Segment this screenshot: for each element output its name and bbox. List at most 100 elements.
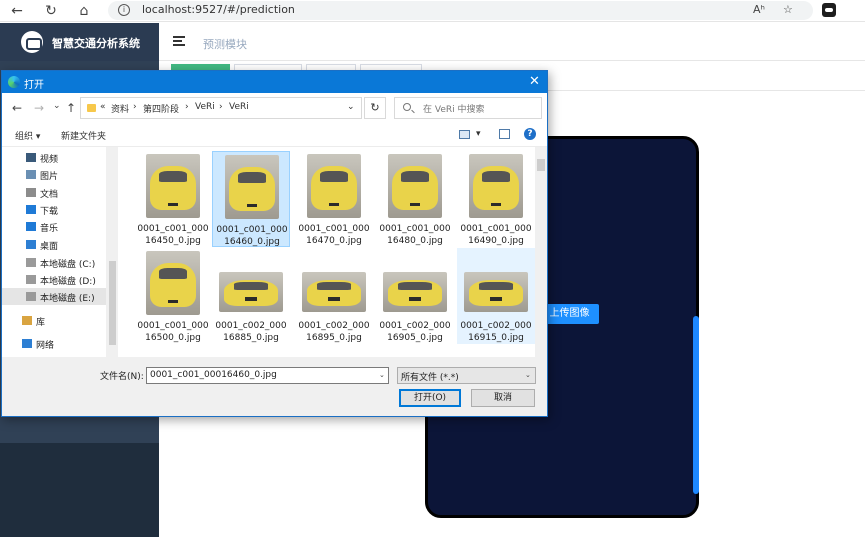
- file-item[interactable]: 0001_c001_000 16470_0.jpg: [295, 151, 373, 247]
- path-bar[interactable]: « 资料 › 第四阶段 › VeRi › VeRi ⌄: [80, 97, 362, 119]
- path-segment[interactable]: 第四阶段: [143, 102, 179, 115]
- open-button[interactable]: 打开(O): [399, 389, 461, 407]
- nav-item[interactable]: 视频: [2, 149, 106, 166]
- pictures-icon: [26, 170, 36, 179]
- dialog-title: 打开: [24, 80, 44, 91]
- chevron-down-icon[interactable]: ⌄: [525, 371, 531, 379]
- chevron-down-icon[interactable]: ⌄: [379, 371, 385, 379]
- nav-item-label: 库: [36, 318, 46, 328]
- sidebar-menu-area: [0, 443, 159, 537]
- path-segment[interactable]: VeRi: [229, 102, 249, 112]
- file-name: 0001_c001_000 16450_0.jpg: [134, 223, 212, 247]
- path-segment[interactable]: VeRi: [195, 102, 215, 112]
- new-folder-button[interactable]: 新建文件夹: [61, 129, 106, 142]
- refresh-icon[interactable]: ↻: [364, 97, 386, 119]
- nav-item[interactable]: 本地磁盘 (D:): [2, 271, 106, 288]
- favorite-icon[interactable]: ☆: [783, 3, 793, 16]
- path-overflow[interactable]: «: [100, 102, 106, 112]
- path-segment[interactable]: 资料: [111, 102, 129, 115]
- file-name-line: 16460_0.jpg: [224, 237, 280, 247]
- phone-side-accent: [693, 316, 699, 494]
- car-thumbnail: [464, 272, 528, 312]
- file-name-line: 16895_0.jpg: [306, 333, 362, 343]
- file-scrollbar[interactable]: [535, 147, 547, 357]
- url-text[interactable]: localhost:9527/#/prediction: [142, 3, 295, 16]
- navigation-pane: 视频 图片 文档 下载音乐桌面 本地磁盘 (C:) 本地磁盘 (D:) 本地磁盘 (E:) 库…: [2, 147, 106, 357]
- drive-icon: [26, 292, 36, 301]
- back-icon[interactable]: ←: [12, 101, 22, 115]
- address-bar[interactable]: i localhost:9527/#/prediction Aʰ ☆: [108, 1, 813, 20]
- car-thumbnail: [383, 272, 447, 312]
- nav-item[interactable]: 文档: [2, 184, 106, 201]
- nav-item-label: 网络: [36, 341, 55, 351]
- search-input[interactable]: 在 VeRi 中搜索: [394, 97, 542, 119]
- file-name-line: 16905_0.jpg: [387, 333, 443, 343]
- nav-item[interactable]: 下载: [2, 201, 106, 218]
- download-icon: [26, 205, 36, 214]
- path-separator-icon[interactable]: ›: [133, 102, 137, 112]
- file-type-select[interactable]: 所有文件 (*.*): [397, 367, 536, 384]
- file-name-line: 16915_0.jpg: [468, 333, 524, 343]
- organize-menu[interactable]: 组织 ▾: [15, 129, 40, 142]
- upload-image-button[interactable]: 上传图像: [540, 304, 599, 324]
- view-mode-icon[interactable]: [459, 130, 470, 139]
- dialog-toolbar: 组织 ▾ 新建文件夹 ▾ ?: [2, 123, 547, 147]
- nav-item[interactable]: 网络: [2, 335, 106, 352]
- read-aloud-icon[interactable]: Aʰ: [753, 3, 765, 16]
- chevron-down-icon[interactable]: ⌄: [347, 102, 355, 112]
- nav-item[interactable]: 图片: [2, 166, 106, 183]
- nav-scroll-thumb[interactable]: [109, 261, 116, 345]
- nav-item[interactable]: 库: [2, 312, 106, 329]
- file-name-line: 16450_0.jpg: [145, 236, 201, 246]
- app-header: 预测模块: [159, 23, 865, 61]
- cancel-button[interactable]: 取消: [471, 389, 535, 407]
- file-item[interactable]: 0001_c001_000 16500_0.jpg: [134, 248, 212, 344]
- preview-pane-icon[interactable]: [499, 129, 510, 139]
- file-item[interactable]: 0001_c001_000 16490_0.jpg: [457, 151, 535, 247]
- info-icon[interactable]: i: [118, 4, 130, 16]
- path-separator-icon[interactable]: ›: [185, 102, 189, 112]
- drive-icon: [26, 258, 36, 267]
- file-item[interactable]: 0001_c002_000 16895_0.jpg: [295, 248, 373, 344]
- close-icon[interactable]: ✕: [529, 74, 540, 89]
- up-icon[interactable]: ↑: [66, 101, 76, 115]
- file-item[interactable]: 0001_c001_000 16480_0.jpg: [376, 151, 454, 247]
- file-name-line: 0001_c002_000: [298, 321, 370, 331]
- refresh-icon[interactable]: ↻: [43, 3, 59, 19]
- file-item[interactable]: 0001_c002_000 16885_0.jpg: [212, 248, 290, 344]
- desktop-icon: [26, 240, 36, 249]
- folder-icon: [87, 104, 96, 112]
- back-icon[interactable]: ←: [9, 3, 25, 19]
- nav-item-label: 本地磁盘 (E:): [40, 294, 95, 304]
- browser-toolbar: ← ↻ ⌂ i localhost:9527/#/prediction Aʰ ☆: [0, 0, 865, 22]
- help-icon[interactable]: ?: [524, 128, 536, 140]
- home-icon[interactable]: ⌂: [76, 3, 92, 19]
- filename-field[interactable]: 0001_c001_00016460_0.jpg: [146, 367, 389, 384]
- nav-item[interactable]: 音乐: [2, 218, 106, 235]
- address-row: ← → ⌄ ↑ « 资料 › 第四阶段 › VeRi › VeRi ⌄ ↻ 在 …: [2, 93, 547, 123]
- file-scroll-thumb[interactable]: [537, 159, 545, 171]
- file-name-line: 0001_c001_000: [137, 224, 209, 234]
- car-thumbnail: [388, 154, 442, 218]
- nav-item[interactable]: 本地磁盘 (E:): [2, 288, 106, 305]
- file-name-line: 0001_c001_000: [379, 224, 451, 234]
- dialog-titlebar[interactable]: 打开 ✕: [2, 71, 547, 93]
- nav-item-label: 本地磁盘 (D:): [40, 277, 96, 287]
- documents-icon: [26, 188, 36, 197]
- library-icon: [22, 316, 32, 325]
- extension-icon[interactable]: [822, 3, 836, 17]
- nav-item-label: 音乐: [40, 224, 59, 234]
- nav-item[interactable]: 桌面: [2, 236, 106, 253]
- nav-item[interactable]: 本地磁盘 (C:): [2, 254, 106, 271]
- file-item[interactable]: 0001_c001_000 16460_0.jpg: [212, 151, 290, 247]
- file-item[interactable]: 0001_c002_000 16905_0.jpg: [376, 248, 454, 344]
- car-thumbnail: [146, 154, 200, 218]
- recent-locations-icon[interactable]: ⌄: [53, 101, 61, 111]
- file-item[interactable]: 0001_c001_000 16450_0.jpg: [134, 151, 212, 247]
- chevron-down-icon[interactable]: ▾: [476, 129, 481, 139]
- file-item[interactable]: 0001_c002_000 16915_0.jpg: [457, 248, 535, 344]
- path-separator-icon[interactable]: ›: [219, 102, 223, 112]
- menu-toggle-icon[interactable]: [173, 36, 185, 46]
- forward-icon[interactable]: →: [34, 101, 44, 115]
- car-thumbnail: [302, 272, 366, 312]
